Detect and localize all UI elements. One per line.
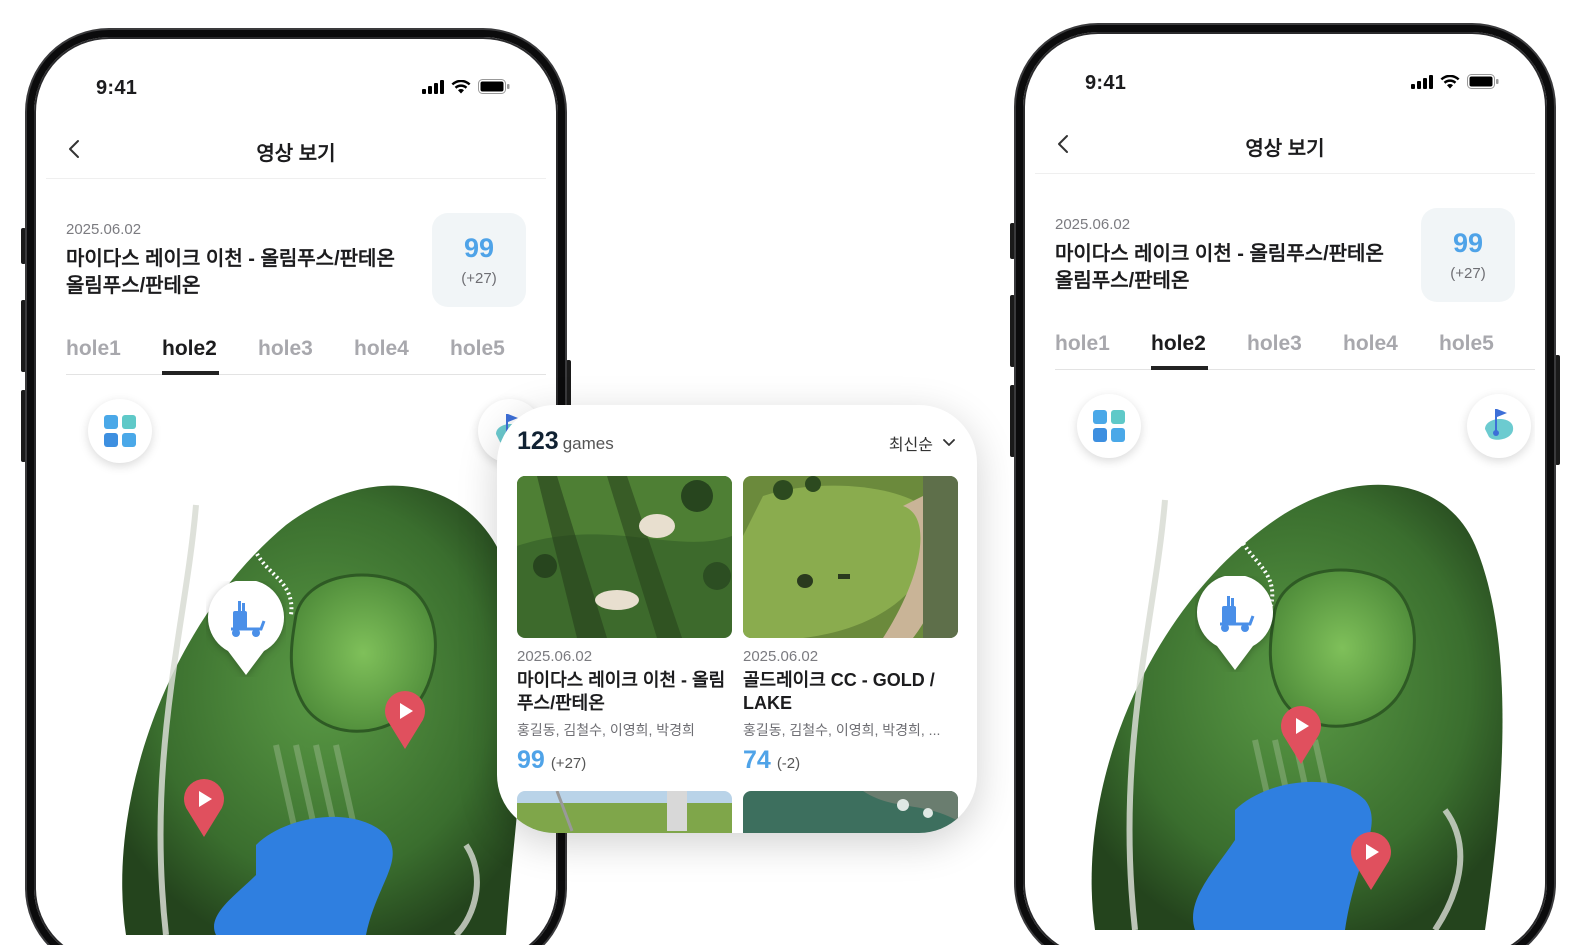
game-title: 골드레이크 CC - GOLD / LAKE (743, 670, 935, 713)
course-map[interactable] (1035, 370, 1535, 945)
grid-icon (1093, 410, 1125, 442)
round-info: 2025.06.02 마이다스 레이크 이천 - 올림푸스/판테온 올림푸스/판… (1055, 204, 1515, 304)
tab-hole4[interactable]: hole4 (354, 331, 450, 374)
page-title: 영상 보기 (256, 143, 336, 165)
game-thumbnail-partial[interactable] (743, 791, 958, 833)
score-diff: (+27) (1450, 265, 1486, 282)
score-box: 99 (+27) (1421, 208, 1515, 302)
score-box: 99 (+27) (432, 213, 526, 307)
chevron-down-icon (943, 439, 955, 446)
game-players: 홍길동, 김철수, 이영희, 박경희 (517, 722, 695, 738)
layout-toggle-button[interactable] (1077, 394, 1141, 458)
status-icons (1411, 74, 1499, 89)
cart-location-marker[interactable] (206, 579, 286, 677)
round-title: 마이다스 레이크 이천 - 올림푸스/판테온 올림푸스/판테온 (66, 248, 395, 297)
tab-hole1[interactable]: hole1 (66, 331, 162, 374)
games-count: 123 (517, 427, 559, 455)
battery-icon (478, 79, 510, 94)
round-info: 2025.06.02 마이다스 레이크 이천 - 올림푸스/판테온 올림푸스/판… (66, 209, 526, 309)
tab-hole5[interactable]: hole5 (1439, 326, 1535, 369)
game-score: 74 (743, 746, 771, 774)
game-thumbnail[interactable] (517, 476, 732, 638)
wifi-icon (1440, 74, 1460, 88)
round-title: 마이다스 레이크 이천 - 올림푸스/판테온 올림푸스/판테온 (1055, 243, 1384, 292)
game-thumbnail-partial[interactable] (517, 791, 732, 833)
phone-right: 9:41 영상 보기 2025.06.02 마이다스 레이크 이천 - 올림푸스… (1010, 25, 1560, 945)
games-panel: 123 games 최신순 2025.06.02 마이다스 레이크 이천 - 올… (497, 405, 977, 833)
hole-tabs: hole1 hole2 hole3 hole4 hole5 (66, 331, 546, 375)
wifi-icon (451, 79, 471, 93)
game-score-diff: (+27) (550, 755, 587, 772)
status-time: 9:41 (1085, 72, 1127, 94)
game-players: 홍길동, 김철수, 이영희, 박경희, ... (743, 722, 941, 738)
mute-switch (21, 228, 26, 264)
course-map[interactable] (46, 375, 546, 945)
game-score-diff: (-2) (776, 755, 801, 772)
video-marker[interactable] (1350, 832, 1392, 892)
phone-frame: 9:41 영상 보기 2025.06.02 마이다스 레이크 이천 - 올림푸스… (27, 30, 565, 945)
game-score-row: 99 (+27) (517, 746, 732, 775)
mute-switch (1010, 223, 1015, 259)
score-value: 99 (1452, 228, 1484, 258)
game-thumbnail[interactable] (743, 476, 958, 638)
game-date: 2025.06.02 (517, 648, 593, 665)
game-card[interactable]: 2025.06.02 마이다스 레이크 이천 - 올림푸스/판테온 홍길동, 김… (517, 476, 732, 775)
nav-bar: 영상 보기 (1035, 114, 1535, 174)
game-score-row: 74 (-2) (743, 746, 958, 775)
tab-hole2[interactable]: hole2 (1151, 326, 1247, 370)
nav-bar: 영상 보기 (46, 119, 546, 179)
play-pin-icon (184, 779, 224, 837)
video-marker[interactable] (183, 779, 225, 839)
game-score: 99 (517, 746, 545, 774)
play-pin-icon (1351, 832, 1391, 890)
battery-icon (1467, 74, 1499, 89)
volume-down-button (21, 390, 26, 462)
status-bar: 9:41 (1035, 44, 1535, 104)
golf-flag-icon (1485, 409, 1514, 440)
games-unit: games (562, 434, 614, 453)
tab-hole4[interactable]: hole4 (1343, 326, 1439, 369)
sort-label: 최신순 (888, 437, 933, 454)
phone-frame: 9:41 영상 보기 2025.06.02 마이다스 레이크 이천 - 올림푸스… (1016, 25, 1554, 945)
layout-toggle-button[interactable] (88, 399, 152, 463)
tab-hole5[interactable]: hole5 (450, 331, 546, 374)
play-pin-icon (385, 691, 425, 749)
volume-up-button (21, 300, 26, 372)
hole-map-button[interactable] (1467, 394, 1531, 458)
hole-tabs: hole1 hole2 hole3 hole4 hole5 (1055, 326, 1535, 370)
video-marker[interactable] (384, 691, 426, 751)
tab-hole2[interactable]: hole2 (162, 331, 258, 375)
score-diff: (+27) (461, 270, 497, 287)
cellular-signal-icon (1411, 74, 1433, 89)
phone-left: 9:41 영상 보기 2025.06.02 마이다스 레이크 이천 - 올림푸스… (21, 30, 571, 945)
tab-hole3[interactable]: hole3 (1247, 326, 1343, 369)
status-time: 9:41 (96, 77, 138, 99)
games-header: 123 games 최신순 (517, 427, 955, 459)
page-title: 영상 보기 (1245, 138, 1325, 160)
phone-screen: 9:41 영상 보기 2025.06.02 마이다스 레이크 이천 - 올림푸스… (1035, 44, 1535, 945)
game-grid: 2025.06.02 마이다스 레이크 이천 - 올림푸스/판테온 홍길동, 김… (517, 476, 958, 775)
phone-screen: 9:41 영상 보기 2025.06.02 마이다스 레이크 이천 - 올림푸스… (46, 49, 546, 945)
status-bar: 9:41 (46, 49, 546, 109)
game-title: 마이다스 레이크 이천 - 올림푸스/판테온 (517, 670, 726, 713)
sort-dropdown[interactable]: 최신순 (889, 431, 955, 455)
game-card[interactable]: 2025.06.02 골드레이크 CC - GOLD / LAKE 홍길동, 김… (743, 476, 958, 775)
status-icons (422, 79, 510, 94)
power-button (1555, 355, 1560, 465)
tab-hole1[interactable]: hole1 (1055, 326, 1151, 369)
cellular-signal-icon (422, 79, 444, 94)
grid-icon (104, 415, 136, 447)
volume-up-button (1010, 295, 1015, 367)
score-value: 99 (463, 233, 495, 263)
cart-location-marker[interactable] (1195, 574, 1275, 672)
video-marker[interactable] (1280, 706, 1322, 766)
play-pin-icon (1281, 706, 1321, 764)
game-date: 2025.06.02 (743, 648, 819, 665)
tab-hole3[interactable]: hole3 (258, 331, 354, 374)
volume-down-button (1010, 385, 1015, 457)
